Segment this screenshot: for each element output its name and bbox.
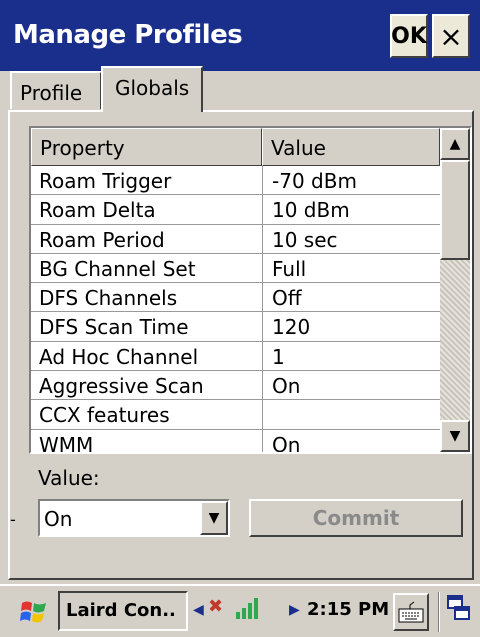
scroll-up-button[interactable]: ▲ bbox=[440, 128, 470, 160]
property-cell: Aggressive Scan bbox=[39, 374, 204, 399]
table-row[interactable]: DFS Channels Off bbox=[31, 283, 440, 313]
value-cell: Off bbox=[272, 286, 302, 311]
close-button[interactable]: × bbox=[432, 14, 470, 58]
value-cell: 10 dBm bbox=[272, 198, 350, 223]
table-rows: Roam Trigger -70 dBm Roam Delta 10 dBm Roa… bbox=[31, 166, 440, 454]
properties-table[interactable]: Property Value Roam Trigger -70 dBm Roam … bbox=[29, 126, 472, 454]
scroll-thumb[interactable] bbox=[440, 160, 470, 260]
property-cell: Roam Trigger bbox=[39, 169, 172, 193]
table-row[interactable]: Aggressive Scan On bbox=[31, 371, 440, 401]
start-logo bbox=[20, 601, 46, 623]
scroll-up-icon: ▲ bbox=[449, 136, 461, 152]
value-dropdown-selected: On bbox=[44, 507, 73, 531]
table-row[interactable]: Roam Trigger -70 dBm bbox=[31, 166, 440, 196]
property-cell: Roam Delta bbox=[39, 198, 156, 223]
value-label: Value: bbox=[38, 466, 100, 490]
property-cell: BG Channel Set bbox=[39, 256, 196, 281]
dash-mark: - bbox=[10, 510, 16, 529]
scroll-down-icon: ▼ bbox=[449, 428, 461, 444]
property-cell: Ad Hoc Channel bbox=[39, 344, 199, 369]
taskbar-app-button[interactable]: Laird Con.. bbox=[58, 591, 188, 631]
property-cell: DFS Scan Time bbox=[39, 315, 189, 340]
clock[interactable]: 2:15 PM bbox=[307, 599, 389, 620]
keyboard-glyph bbox=[398, 601, 424, 623]
table-row[interactable]: Roam Delta 10 dBm bbox=[31, 195, 440, 225]
tab-globals[interactable]: Globals bbox=[101, 66, 203, 112]
table-row[interactable]: BG Channel Set Full bbox=[31, 254, 440, 284]
value-cell: On bbox=[272, 374, 301, 399]
tray-left-arrow-icon[interactable]: ◀ bbox=[193, 602, 204, 618]
keyboard-icon[interactable] bbox=[393, 593, 429, 631]
column-header-property[interactable]: Property bbox=[31, 128, 262, 166]
dropdown-button[interactable]: ▼ bbox=[200, 501, 228, 535]
table-row[interactable]: Roam Period 10 sec bbox=[31, 225, 440, 254]
tray-right-arrow-icon[interactable]: ▶ bbox=[289, 602, 300, 618]
title-bar: Manage Profiles OK × bbox=[0, 0, 480, 71]
network-disconnected-icon[interactable]: ✖ bbox=[208, 596, 223, 617]
value-cell: 10 sec bbox=[272, 227, 338, 252]
tab-profile[interactable]: Profile bbox=[10, 71, 102, 109]
table-row[interactable]: CCX features bbox=[31, 400, 440, 430]
property-cell: DFS Channels bbox=[39, 286, 178, 311]
property-cell: CCX features bbox=[39, 403, 170, 428]
value-dropdown[interactable]: On ▼ bbox=[38, 499, 230, 537]
table-row[interactable]: WMM On bbox=[31, 430, 440, 454]
taskbar-separator bbox=[438, 592, 440, 632]
value-cell: -70 dBm bbox=[272, 169, 357, 193]
scroll-down-button[interactable]: ▼ bbox=[440, 420, 470, 452]
signal-strength-icon[interactable] bbox=[235, 596, 261, 625]
chevron-down-icon: ▼ bbox=[208, 510, 220, 526]
commit-button[interactable]: Commit bbox=[249, 499, 463, 537]
signal-bars bbox=[236, 598, 258, 619]
property-cell: Roam Period bbox=[39, 227, 165, 252]
value-cell: 120 bbox=[272, 315, 311, 340]
table-row[interactable]: DFS Scan Time 120 bbox=[31, 312, 440, 342]
vertical-scrollbar[interactable]: ▲ ▼ bbox=[440, 128, 470, 452]
window-title: Manage Profiles bbox=[13, 20, 243, 50]
value-cell: On bbox=[272, 432, 301, 454]
switcher-glyph bbox=[447, 595, 470, 620]
window-switcher-icon[interactable] bbox=[446, 594, 472, 628]
taskbar: Laird Con.. ◀ ✖ ▶ 2:15 PM bbox=[0, 584, 480, 637]
value-cell: Full bbox=[272, 256, 307, 281]
property-cell: WMM bbox=[39, 432, 94, 454]
windows-flag-icon[interactable] bbox=[16, 592, 52, 632]
column-header-value[interactable]: Value bbox=[262, 128, 440, 166]
table-row[interactable]: Ad Hoc Channel 1 bbox=[31, 342, 440, 372]
ok-button[interactable]: OK bbox=[390, 14, 428, 58]
value-cell: 1 bbox=[272, 344, 285, 369]
